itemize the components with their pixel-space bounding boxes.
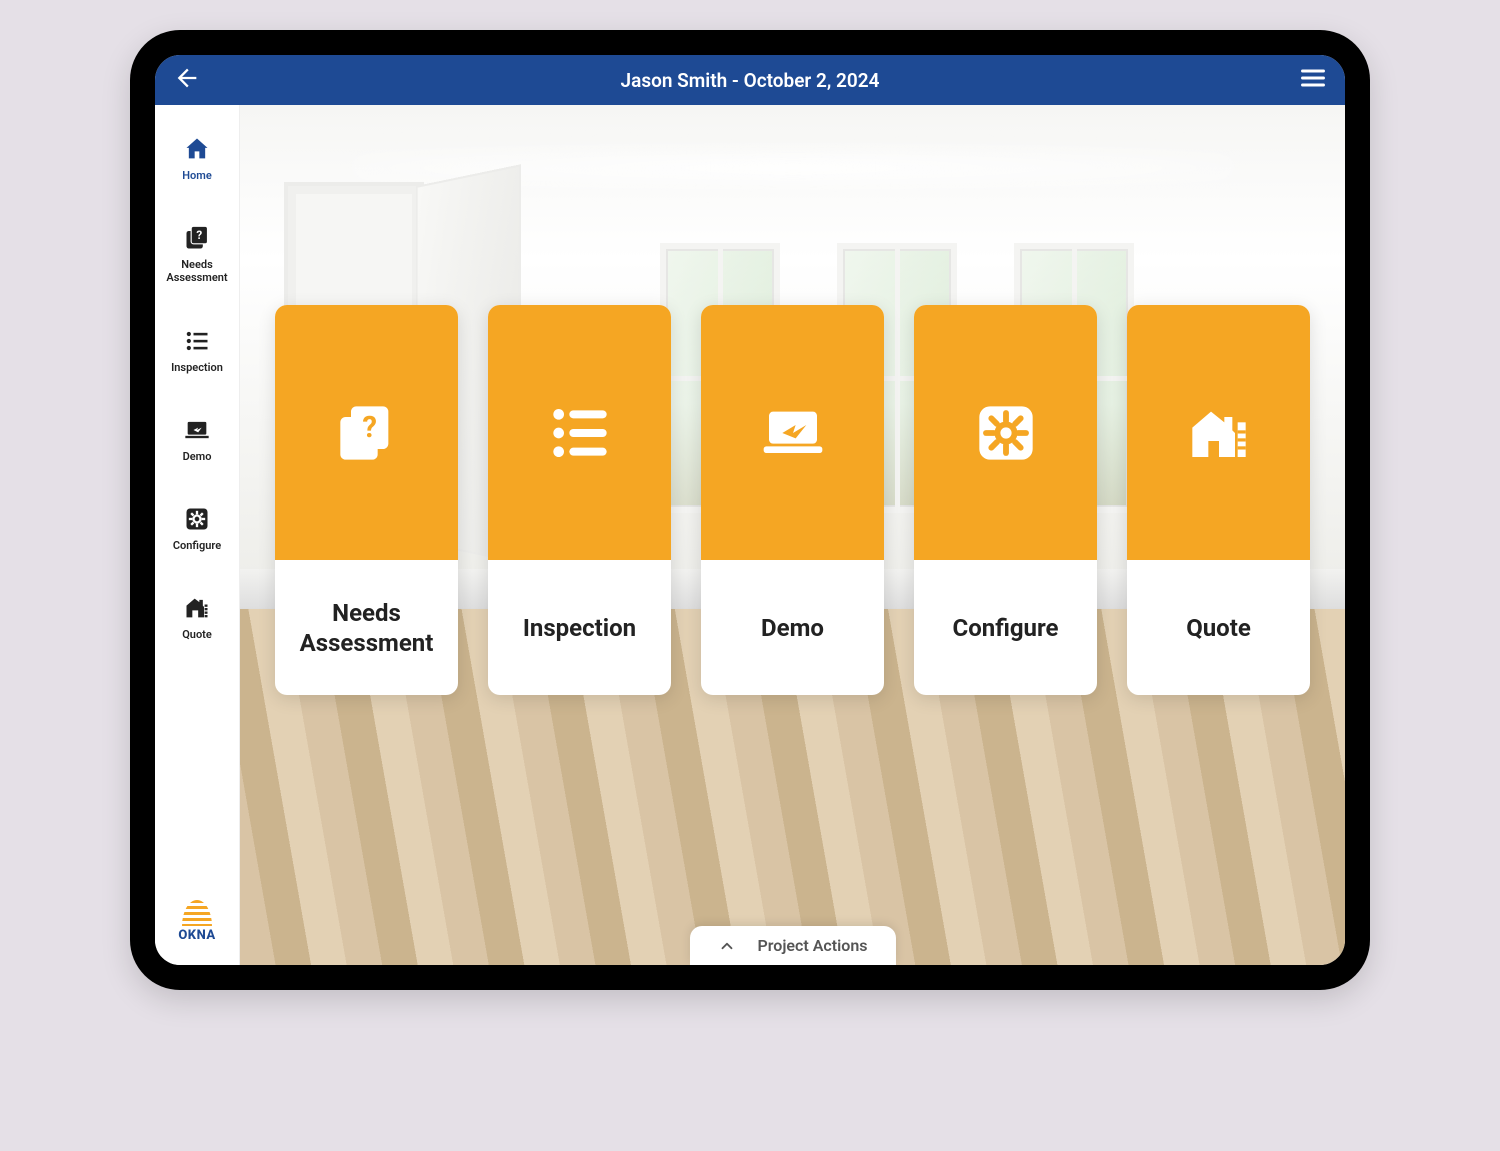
card-label: Quote: [1186, 613, 1251, 643]
app-body: Home ? Needs Assessment: [155, 105, 1345, 965]
brand-logo: OKNA: [178, 900, 215, 943]
gear-box-icon: [183, 505, 211, 533]
card-row: ? Needs Assessment: [275, 305, 1310, 695]
header-title: Jason Smith - October 2, 2024: [155, 69, 1345, 92]
card-quote[interactable]: Quote: [1127, 305, 1310, 695]
card-configure[interactable]: Configure: [914, 305, 1097, 695]
sidebar-item-label: Inspection: [171, 361, 223, 374]
chevron-up-icon: [717, 937, 735, 955]
menu-button[interactable]: [1299, 64, 1327, 96]
hamburger-icon: [1299, 64, 1327, 92]
sidebar-item-needs-assessment[interactable]: ? Needs Assessment: [166, 224, 227, 284]
list-icon: [183, 327, 211, 355]
card-inspection[interactable]: Inspection: [488, 305, 671, 695]
sidebar-item-inspection[interactable]: Inspection: [171, 327, 223, 374]
sidebar-item-label: Home: [182, 169, 212, 182]
laptop-share-icon: [183, 416, 211, 444]
sidebar-item-label: Needs Assessment: [166, 258, 227, 284]
sidebar-item-label: Demo: [183, 450, 212, 463]
card-label: Inspection: [523, 613, 636, 643]
card-label: Needs Assessment: [300, 598, 434, 658]
sidebar-item-label: Configure: [173, 539, 221, 552]
project-actions-button[interactable]: Project Actions: [689, 926, 895, 965]
back-button[interactable]: [173, 64, 201, 96]
screen: Jason Smith - October 2, 2024 Home: [155, 55, 1345, 965]
house-plan-icon: [183, 594, 211, 622]
project-actions-label: Project Actions: [757, 936, 867, 955]
sidebar-item-label: Quote: [182, 628, 212, 641]
question-stack-icon: ?: [335, 401, 399, 465]
card-label: Demo: [761, 613, 824, 643]
main-content: ? Needs Assessment: [240, 105, 1345, 965]
svg-text:?: ?: [362, 411, 377, 445]
sidebar-item-quote[interactable]: Quote: [182, 594, 212, 641]
list-icon: [548, 401, 612, 465]
sidebar-item-configure[interactable]: Configure: [173, 505, 221, 552]
tablet-frame: Jason Smith - October 2, 2024 Home: [130, 30, 1370, 990]
card-demo[interactable]: Demo: [701, 305, 884, 695]
sidebar-item-home[interactable]: Home: [182, 135, 212, 182]
brand-text: OKNA: [178, 928, 215, 943]
card-needs-assessment[interactable]: ? Needs Assessment: [275, 305, 458, 695]
home-icon: [183, 135, 211, 163]
svg-text:?: ?: [196, 228, 202, 242]
house-plan-icon: [1187, 401, 1251, 465]
question-stack-icon: ?: [183, 224, 211, 252]
gear-box-icon: [974, 401, 1038, 465]
sidebar: Home ? Needs Assessment: [155, 105, 240, 965]
card-label: Configure: [952, 613, 1058, 643]
app-header: Jason Smith - October 2, 2024: [155, 55, 1345, 105]
arrow-left-icon: [173, 64, 201, 92]
laptop-share-icon: [761, 401, 825, 465]
sun-icon: [182, 900, 212, 926]
sidebar-item-demo[interactable]: Demo: [183, 416, 212, 463]
